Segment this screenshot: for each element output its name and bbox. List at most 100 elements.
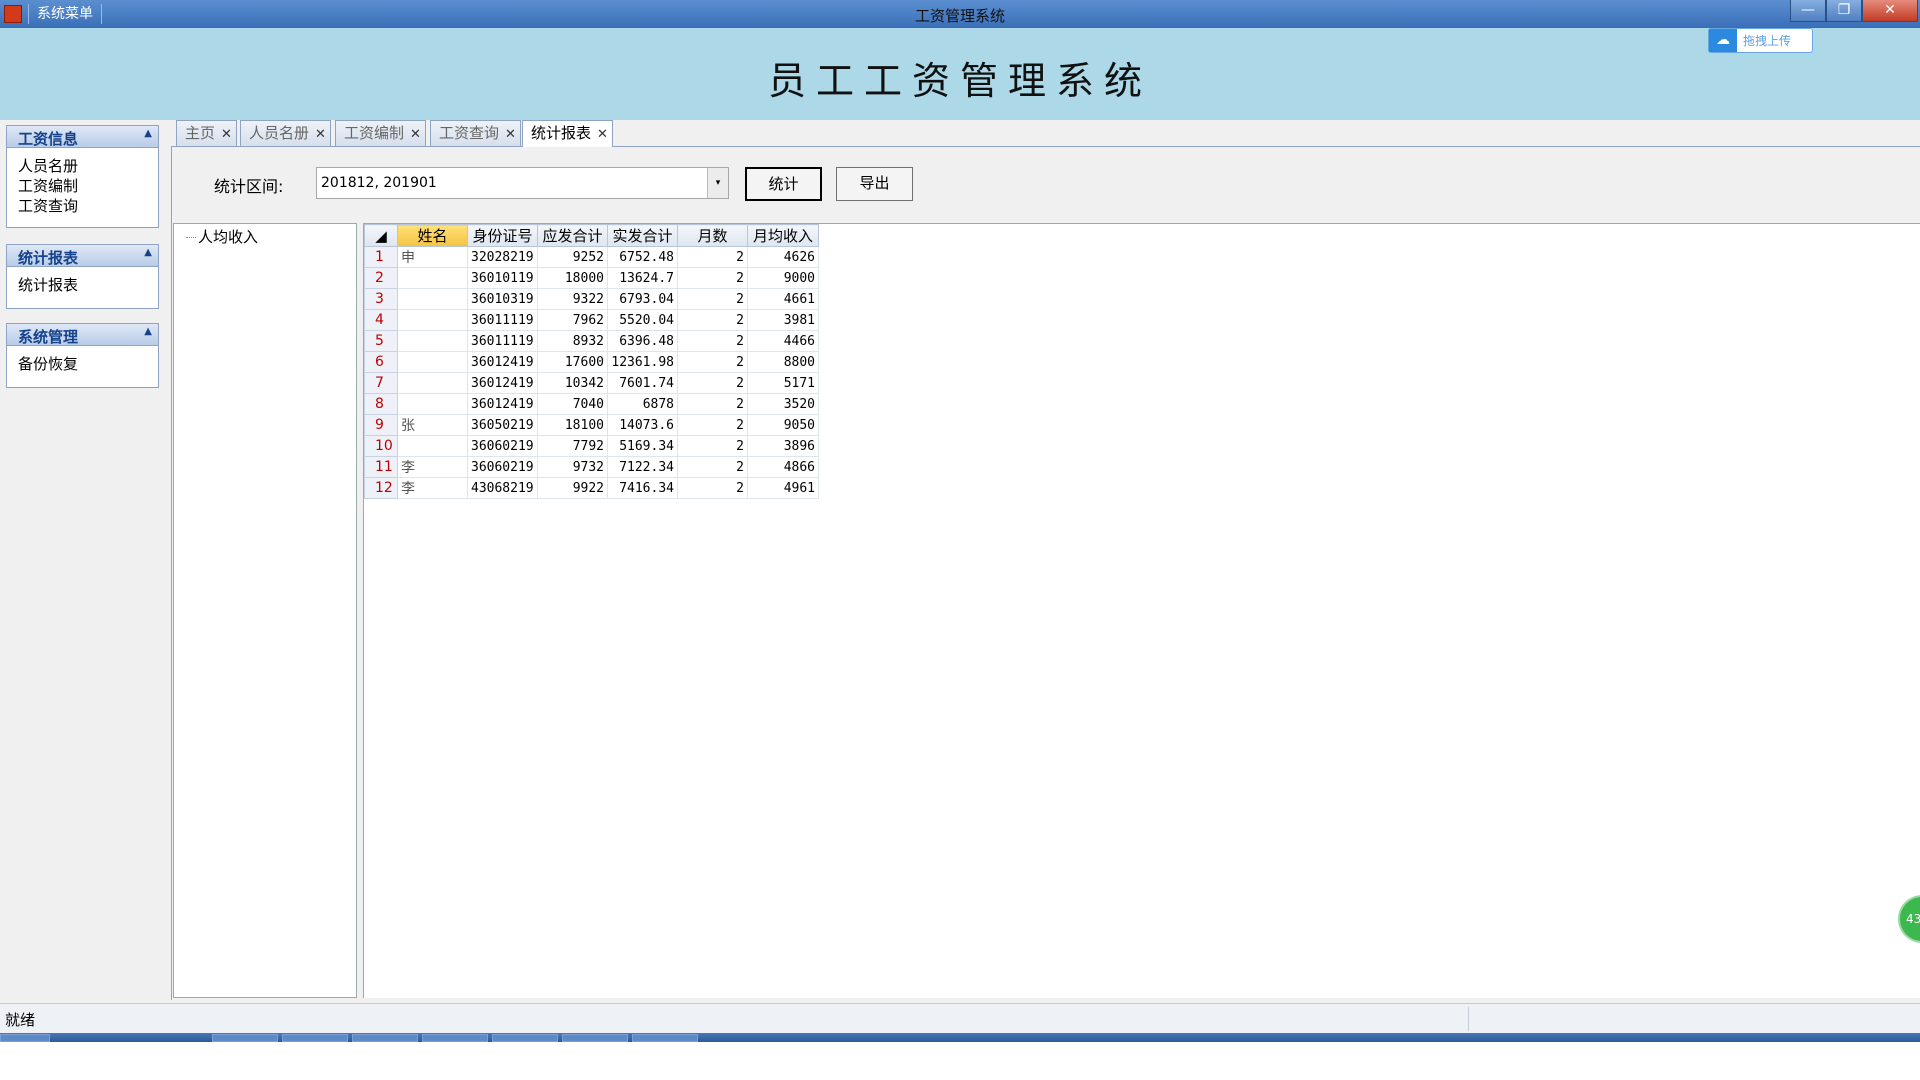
cell-id-number[interactable]: 36011119 [467,309,538,331]
nav-group-header[interactable]: 统计报表 ▲ [7,245,158,267]
cell-months[interactable]: 2 [677,372,748,394]
collapse-arrow-icon[interactable]: ▲ [144,326,152,337]
row-number[interactable]: 9 [364,414,398,436]
close-icon[interactable]: ✕ [597,123,608,147]
taskbar-item[interactable] [352,1034,418,1042]
cell-gross-total[interactable]: 7792 [537,435,608,457]
cell-gross-total[interactable]: 9322 [537,288,608,310]
cell-id-number[interactable]: 36010119 [467,267,538,289]
cell-id-number[interactable]: 36012419 [467,351,538,373]
cell-months[interactable]: 2 [677,414,748,436]
cell-name[interactable] [397,267,468,289]
cell-id-number[interactable]: 36050219 [467,414,538,436]
taskbar-item[interactable] [492,1034,558,1042]
taskbar-item[interactable] [212,1034,278,1042]
row-number[interactable]: 4 [364,309,398,331]
column-header-id[interactable]: 身份证号 [467,224,538,247]
cell-monthly-average[interactable]: 4466 [747,330,819,352]
taskbar-item[interactable] [282,1034,348,1042]
select-all-corner[interactable]: ◢ [364,224,398,247]
cell-gross-total[interactable]: 9922 [537,477,608,499]
cell-net-total[interactable]: 6752.48 [607,246,678,268]
table-row[interactable]: 5 36011119 8932 6396.48 2 4466 [364,330,819,352]
cell-id-number[interactable]: 36012419 [467,372,538,394]
cell-months[interactable]: 2 [677,267,748,289]
table-row[interactable]: 8 36012419 7040 6878 2 3520 [364,393,819,415]
row-number[interactable]: 12 [364,477,398,499]
table-row[interactable]: 11 李 36060219 9732 7122.34 2 4866 [364,456,819,478]
cell-name[interactable] [397,309,468,331]
cell-name[interactable]: 李 [397,477,468,499]
close-icon[interactable]: ✕ [221,123,232,147]
tree-node-average-income[interactable]: 人均收入 [186,226,258,247]
statistics-button[interactable]: 统计 [745,167,822,201]
tab-staff-roster[interactable]: 人员名册 ✕ [240,120,331,146]
row-number[interactable]: 3 [364,288,398,310]
column-header-net[interactable]: 实发合计 [607,224,678,247]
cell-net-total[interactable]: 12361.98 [607,351,678,373]
cell-months[interactable]: 2 [677,351,748,373]
cell-monthly-average[interactable]: 9000 [747,267,819,289]
close-icon[interactable]: ✕ [505,123,516,147]
cell-id-number[interactable]: 36060219 [467,435,538,457]
cell-months[interactable]: 2 [677,288,748,310]
row-number[interactable]: 1 [364,246,398,268]
row-number[interactable]: 2 [364,267,398,289]
cell-net-total[interactable]: 5169.34 [607,435,678,457]
close-button[interactable]: ✕ [1862,0,1918,22]
nav-group-header[interactable]: 工资信息 ▲ [7,126,158,148]
cell-months[interactable]: 2 [677,477,748,499]
cell-name[interactable]: 张 [397,414,468,436]
tab-home[interactable]: 主页 ✕ [176,120,237,146]
drag-upload-widget[interactable]: ☁ 拖拽上传 [1708,28,1813,53]
close-icon[interactable]: ✕ [315,123,326,147]
row-number[interactable]: 11 [364,456,398,478]
chevron-down-icon[interactable]: ▾ [707,168,728,198]
nav-item-staff-roster[interactable]: 人员名册 [18,156,147,176]
cell-id-number[interactable]: 32028219 [467,246,538,268]
cell-net-total[interactable]: 7601.74 [607,372,678,394]
maximize-button[interactable]: ❐ [1826,0,1862,22]
range-combo[interactable]: 201812, 201901 [316,167,729,199]
cell-name[interactable] [397,330,468,352]
export-button[interactable]: 导出 [836,167,913,201]
table-row[interactable]: 7 36012419 10342 7601.74 2 5171 [364,372,819,394]
cell-name[interactable]: 申 [397,246,468,268]
nav-item-statistics-report[interactable]: 统计报表 [18,275,147,295]
cell-id-number[interactable]: 43068219 [467,477,538,499]
cell-months[interactable]: 2 [677,456,748,478]
collapse-arrow-icon[interactable]: ▲ [144,247,152,258]
cell-net-total[interactable]: 6396.48 [607,330,678,352]
table-row[interactable]: 1 申 32028219 9252 6752.48 2 4626 [364,246,819,268]
column-header-average[interactable]: 月均收入 [747,224,819,247]
cell-name[interactable] [397,288,468,310]
cell-gross-total[interactable]: 17600 [537,351,608,373]
row-number[interactable]: 5 [364,330,398,352]
cell-gross-total[interactable]: 10342 [537,372,608,394]
cell-name[interactable] [397,372,468,394]
table-row[interactable]: 10 36060219 7792 5169.34 2 3896 [364,435,819,457]
cell-gross-total[interactable]: 7040 [537,393,608,415]
table-row[interactable]: 3 36010319 9322 6793.04 2 4661 [364,288,819,310]
cell-id-number[interactable]: 36010319 [467,288,538,310]
table-row[interactable]: 9 张 36050219 18100 14073.6 2 9050 [364,414,819,436]
cell-net-total[interactable]: 7416.34 [607,477,678,499]
nav-item-salary-compile[interactable]: 工资编制 [18,176,147,196]
close-icon[interactable]: ✕ [410,123,421,147]
cell-net-total[interactable]: 14073.6 [607,414,678,436]
cell-name[interactable] [397,351,468,373]
cell-name[interactable] [397,393,468,415]
cell-id-number[interactable]: 36060219 [467,456,538,478]
cell-months[interactable]: 2 [677,309,748,331]
cell-gross-total[interactable]: 9252 [537,246,608,268]
row-number[interactable]: 8 [364,393,398,415]
cell-monthly-average[interactable]: 3520 [747,393,819,415]
cell-monthly-average[interactable]: 4866 [747,456,819,478]
cell-name[interactable]: 李 [397,456,468,478]
cell-gross-total[interactable]: 7962 [537,309,608,331]
nav-group-header[interactable]: 系统管理 ▲ [7,324,158,346]
taskbar-item[interactable] [632,1034,698,1042]
column-header-gross[interactable]: 应发合计 [537,224,608,247]
nav-item-backup-restore[interactable]: 备份恢复 [18,354,147,374]
cell-months[interactable]: 2 [677,246,748,268]
